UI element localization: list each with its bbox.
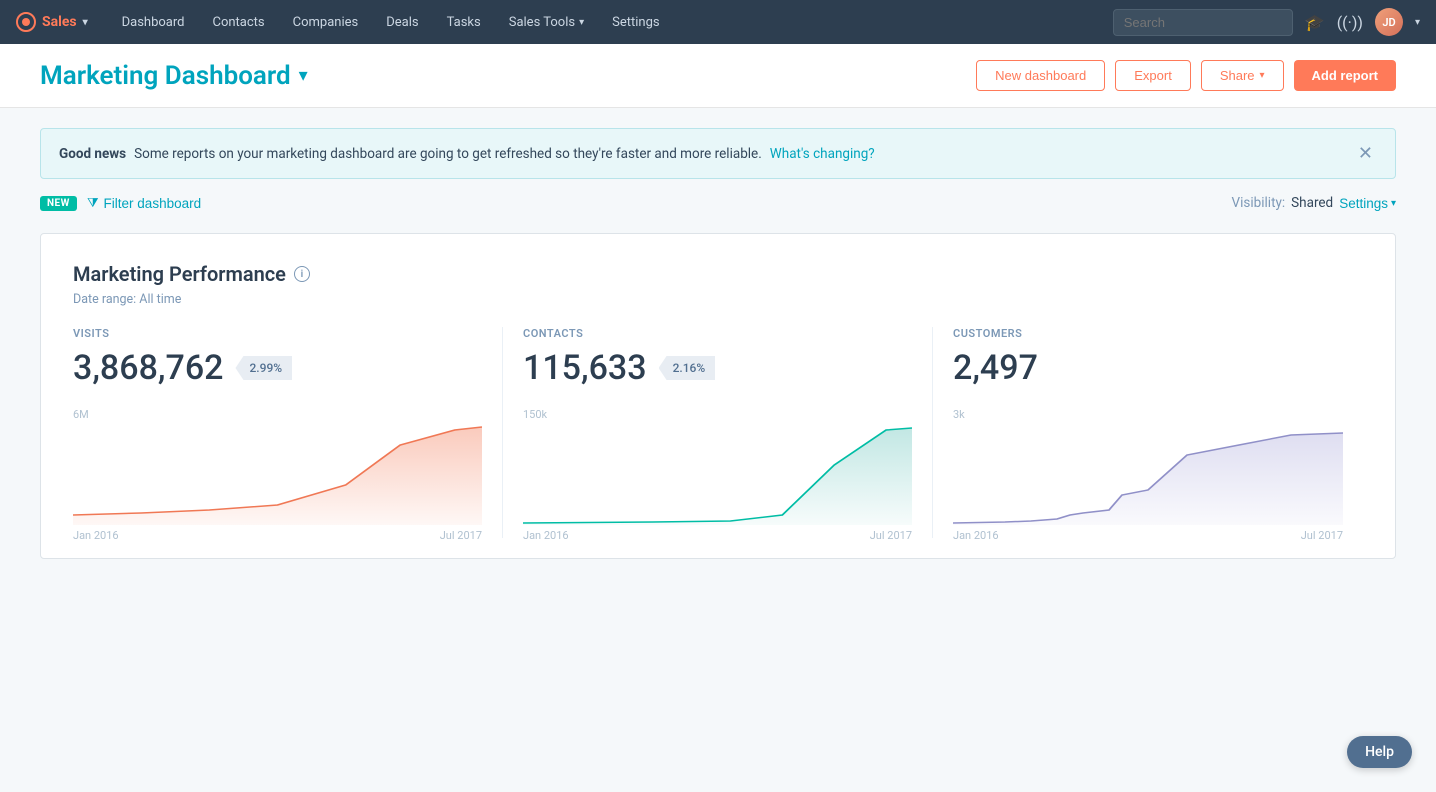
title-dropdown-icon[interactable]: ▾ xyxy=(299,65,308,86)
alert-banner: Good news Some reports on your marketing… xyxy=(40,128,1396,179)
visits-xaxis: Jan 2016 Jul 2017 xyxy=(73,529,482,542)
settings-dropdown-icon: ▾ xyxy=(1391,198,1396,209)
new-dashboard-button[interactable]: New dashboard xyxy=(976,60,1105,91)
customers-label: CUSTOMERS xyxy=(953,327,1343,340)
toolbar: NEW ⧩ Filter dashboard Visibility: Share… xyxy=(0,179,1436,221)
contacts-badge: 2.16% xyxy=(659,356,716,380)
metric-contacts: CONTACTS 115,633 2.16% 150k xyxy=(503,327,933,538)
top-navigation: Sales ▾ Dashboard Contacts Companies Dea… xyxy=(0,0,1436,44)
export-button[interactable]: Export xyxy=(1115,60,1191,91)
marketing-performance-card: Marketing Performance i Date range: All … xyxy=(40,233,1396,559)
visits-xend: Jul 2017 xyxy=(440,529,482,542)
contacts-value: 115,633 xyxy=(523,348,647,388)
contacts-chart-svg xyxy=(523,425,912,525)
alert-content: Good news Some reports on your marketing… xyxy=(59,146,875,162)
metrics-grid: VISITS 3,868,762 2.99% 6M xyxy=(73,327,1363,538)
logo-text: Sales xyxy=(42,14,77,30)
nav-item-settings[interactable]: Settings xyxy=(598,0,673,44)
nav-right: 🎓 ((·)) JD ▾ xyxy=(1113,8,1420,36)
nav-item-tasks[interactable]: Tasks xyxy=(433,0,495,44)
toolbar-left: NEW ⧩ Filter dashboard xyxy=(40,195,201,211)
customers-xaxis: Jan 2016 Jul 2017 xyxy=(953,529,1343,542)
page-title: Marketing Dashboard xyxy=(40,61,291,91)
alert-bold-text: Good news xyxy=(59,146,126,162)
customers-value: 2,497 xyxy=(953,348,1038,388)
nav-item-companies[interactable]: Companies xyxy=(279,0,373,44)
info-icon[interactable]: i xyxy=(294,266,310,282)
metric-customers: CUSTOMERS 2,497 3k Jan 201 xyxy=(933,327,1363,538)
nav-item-sales-tools[interactable]: Sales Tools ▾ xyxy=(495,0,598,44)
customers-xend: Jul 2017 xyxy=(1301,529,1343,542)
customers-ymax: 3k xyxy=(953,408,1343,421)
logo[interactable]: Sales ▾ xyxy=(16,12,88,32)
avatar[interactable]: JD xyxy=(1375,8,1403,36)
visits-value: 3,868,762 xyxy=(73,348,223,388)
share-button[interactable]: Share ▾ xyxy=(1201,60,1284,91)
nav-item-deals[interactable]: Deals xyxy=(372,0,432,44)
settings-button[interactable]: Settings ▾ xyxy=(1339,196,1396,211)
contacts-value-row: 115,633 2.16% xyxy=(523,348,912,388)
new-badge: NEW xyxy=(40,196,77,211)
logo-dropdown-icon[interactable]: ▾ xyxy=(83,17,88,28)
user-dropdown-icon[interactable]: ▾ xyxy=(1415,17,1420,28)
alert-link[interactable]: What's changing? xyxy=(770,146,875,162)
nav-item-dashboard[interactable]: Dashboard xyxy=(108,0,199,44)
visits-label: VISITS xyxy=(73,327,482,340)
sales-tools-dropdown-icon: ▾ xyxy=(579,17,584,28)
add-report-button[interactable]: Add report xyxy=(1294,60,1396,91)
filter-icon: ⧩ xyxy=(87,195,99,211)
customers-xstart: Jan 2016 xyxy=(953,529,999,542)
notifications-icon[interactable]: ((·)) xyxy=(1337,13,1363,32)
page-header: Marketing Dashboard ▾ New dashboard Expo… xyxy=(0,44,1436,108)
toolbar-right: Visibility: Shared Settings ▾ xyxy=(1232,195,1396,211)
customers-chart-svg xyxy=(953,425,1343,525)
nav-items: Dashboard Contacts Companies Deals Tasks… xyxy=(108,0,1113,44)
share-dropdown-icon: ▾ xyxy=(1260,70,1265,81)
title-area: Marketing Dashboard ▾ xyxy=(40,61,308,91)
visits-xstart: Jan 2016 xyxy=(73,529,119,542)
academy-icon[interactable]: 🎓 xyxy=(1305,13,1325,32)
visits-value-row: 3,868,762 2.99% xyxy=(73,348,482,388)
visits-chart-svg xyxy=(73,425,482,525)
contacts-chart: 150k Jan 2016 Jul 2017 xyxy=(523,408,912,538)
customers-value-row: 2,497 xyxy=(953,348,1343,388)
header-actions: New dashboard Export Share ▾ Add report xyxy=(976,60,1396,91)
visibility-label: Visibility: xyxy=(1232,195,1286,211)
alert-message: Some reports on your marketing dashboard… xyxy=(134,146,762,162)
contacts-xaxis: Jan 2016 Jul 2017 xyxy=(523,529,912,542)
date-range: Date range: All time xyxy=(73,292,1363,307)
visits-badge: 2.99% xyxy=(235,356,292,380)
metric-visits: VISITS 3,868,762 2.99% 6M xyxy=(73,327,503,538)
visits-ymax: 6M xyxy=(73,408,482,421)
visibility-value: Shared xyxy=(1291,195,1333,211)
contacts-label: CONTACTS xyxy=(523,327,912,340)
help-button[interactable]: Help xyxy=(1347,736,1412,768)
contacts-xstart: Jan 2016 xyxy=(523,529,569,542)
visits-chart: 6M Jan 2016 Jul 2017 xyxy=(73,408,482,538)
search-input[interactable] xyxy=(1113,9,1293,36)
contacts-ymax: 150k xyxy=(523,408,912,421)
nav-item-contacts[interactable]: Contacts xyxy=(198,0,278,44)
card-title-row: Marketing Performance i xyxy=(73,262,1363,286)
card-title-text: Marketing Performance xyxy=(73,262,286,286)
customers-chart: 3k Jan 2016 Jul 2017 xyxy=(953,408,1343,538)
contacts-xend: Jul 2017 xyxy=(870,529,912,542)
filter-dashboard-button[interactable]: ⧩ Filter dashboard xyxy=(87,195,201,211)
alert-close-button[interactable]: ✕ xyxy=(1354,143,1377,164)
